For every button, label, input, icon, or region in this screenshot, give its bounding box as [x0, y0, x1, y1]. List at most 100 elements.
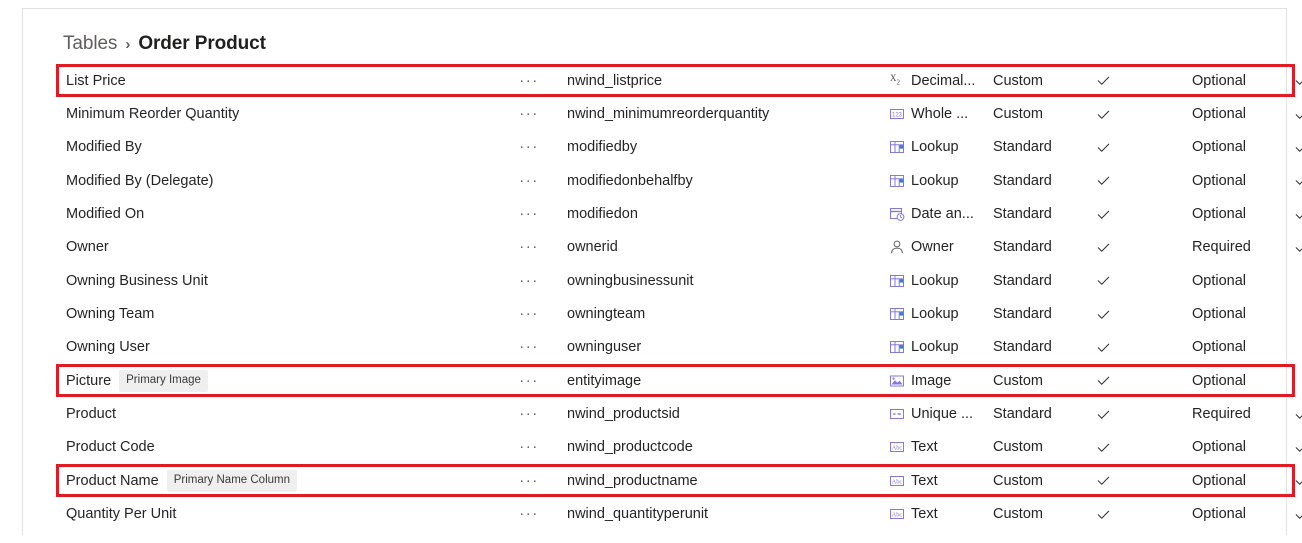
- status-badge: Primary Name Column: [166, 469, 297, 493]
- row-more-options-icon[interactable]: ···: [518, 106, 540, 121]
- cell-logical-name: nwind_quantityperunit: [567, 506, 709, 523]
- cell-data-type: Abc Text: [889, 439, 938, 455]
- cell-data-type: Lookup: [889, 306, 959, 322]
- table-row[interactable]: Modified By (Delegate) ··· modifiedonbehal…: [46, 164, 1302, 197]
- data-type-label: Lookup: [911, 306, 959, 323]
- columns-grid: List Price ··· nwind_listprice X 2 Decimal...…: [46, 64, 1302, 531]
- row-more-options-icon[interactable]: ···: [518, 306, 540, 321]
- table-row[interactable]: Owning User ··· owninguser Lookup Standard Op…: [46, 331, 1302, 364]
- cell-customization: Custom: [993, 106, 1043, 123]
- table-row[interactable]: Modified On ··· modifiedon Date an... Standa…: [46, 197, 1302, 230]
- cell-auditing: [1292, 140, 1302, 155]
- row-more-options-icon[interactable]: ···: [518, 239, 540, 254]
- svg-text:Abc: Abc: [892, 478, 903, 485]
- cell-display-name: Owning User: [66, 339, 150, 355]
- data-type-label: Lookup: [911, 139, 959, 156]
- data-type-label: Text: [911, 506, 938, 523]
- cell-display-name: Picture Primary Image: [66, 369, 208, 393]
- cell-auditing: [1292, 407, 1302, 422]
- cell-requirement: Optional: [1192, 272, 1247, 289]
- data-type-label: Image: [911, 372, 952, 389]
- table-row[interactable]: Owner ··· ownerid Owner Standard Required: [46, 231, 1302, 264]
- data-type-label: Lookup: [911, 272, 959, 289]
- display-name-text: Quantity Per Unit: [66, 506, 177, 523]
- check-icon: [1096, 440, 1111, 455]
- table-row[interactable]: Product ··· nwind_productsid Unique ... Stan…: [46, 397, 1302, 430]
- display-name-text: Picture: [66, 372, 112, 389]
- cell-requirement: Optional: [1192, 372, 1247, 389]
- cell-display-name: Owner: [66, 239, 109, 255]
- cell-requirement: Optional: [1192, 106, 1247, 123]
- image-icon: [889, 373, 905, 389]
- data-type-label: Owner: [911, 239, 954, 256]
- check-icon: [1096, 273, 1111, 288]
- svg-text:2: 2: [897, 78, 901, 86]
- row-more-options-icon[interactable]: ···: [518, 139, 540, 154]
- cell-auditing: [1292, 73, 1302, 88]
- row-more-options-icon[interactable]: ···: [518, 339, 540, 354]
- row-more-options-icon[interactable]: ···: [518, 373, 540, 388]
- whole-number-icon: 123: [889, 106, 905, 122]
- cell-requirement: Optional: [1192, 72, 1247, 89]
- check-icon: [1096, 173, 1111, 188]
- table-row[interactable]: List Price ··· nwind_listprice X 2 Decimal...…: [46, 64, 1302, 98]
- cell-data-type: Lookup: [889, 139, 959, 155]
- cell-auditing: [1292, 473, 1302, 488]
- check-icon: [1096, 140, 1111, 155]
- row-more-options-icon[interactable]: ···: [518, 273, 540, 288]
- table-row[interactable]: Picture Primary Image ··· entityimage Image C…: [46, 364, 1302, 398]
- row-more-options-icon[interactable]: ···: [518, 439, 540, 454]
- check-icon: [1096, 107, 1111, 122]
- table-row[interactable]: Minimum Reorder Quantity ··· nwind_minimum…: [46, 97, 1302, 130]
- svg-text:123: 123: [892, 113, 903, 119]
- check-icon: [1096, 340, 1111, 355]
- display-name-text: List Price: [66, 72, 126, 89]
- row-more-options-icon[interactable]: ···: [518, 506, 540, 521]
- breadcrumb-item-tables[interactable]: Tables: [63, 33, 117, 55]
- data-type-label: Whole ...: [911, 106, 969, 123]
- display-name-text: Owning Business Unit: [66, 272, 208, 289]
- check-icon: [1294, 107, 1302, 122]
- display-name-text: Owning User: [66, 339, 150, 356]
- row-more-options-icon[interactable]: ···: [518, 206, 540, 221]
- status-badge: Primary Image: [119, 369, 208, 393]
- row-more-options-icon[interactable]: ···: [518, 173, 540, 188]
- cell-data-type: Lookup: [889, 339, 959, 355]
- cell-searchable: [1094, 107, 1112, 122]
- table-row[interactable]: Owning Team ··· owningteam Lookup Standard Op…: [46, 297, 1302, 330]
- text-icon: Abc: [889, 439, 905, 455]
- app-root: Tables › Order Product List Price ··· nwin…: [0, 0, 1302, 543]
- display-name-text: Owner: [66, 239, 109, 256]
- check-icon: [1294, 507, 1302, 522]
- cell-searchable: [1094, 273, 1112, 288]
- cell-customization: Custom: [993, 372, 1043, 389]
- data-type-label: Lookup: [911, 172, 959, 189]
- row-more-options-icon[interactable]: ···: [518, 473, 540, 488]
- table-row[interactable]: Modified By ··· modifiedby Lookup Standard Op…: [46, 131, 1302, 164]
- cell-display-name: Modified By (Delegate): [66, 173, 214, 189]
- cell-data-type: Date an...: [889, 206, 974, 222]
- lookup-icon: [889, 139, 905, 155]
- data-type-label: Text: [911, 439, 938, 456]
- table-row[interactable]: Quantity Per Unit ··· nwind_quantityperuni…: [46, 497, 1302, 530]
- table-row[interactable]: Owning Business Unit ··· owningbusinessuni…: [46, 264, 1302, 297]
- table-columns-panel: Tables › Order Product List Price ··· nwin…: [22, 8, 1302, 535]
- check-icon: [1294, 240, 1302, 255]
- table-row[interactable]: Product Code ··· nwind_productcode Abc Text C…: [46, 431, 1302, 464]
- table-row[interactable]: Product Name Primary Name Column ··· nwind_…: [46, 464, 1302, 498]
- cell-data-type: Image: [889, 373, 951, 389]
- page-title: Order Product: [138, 33, 266, 54]
- cell-data-type: Unique ...: [889, 406, 973, 422]
- text-icon: Abc: [889, 473, 905, 489]
- row-more-options-icon[interactable]: ···: [518, 73, 540, 88]
- cell-logical-name: owningbusinessunit: [567, 272, 694, 289]
- cell-customization: Standard: [993, 139, 1052, 156]
- cell-requirement: Optional: [1192, 339, 1247, 356]
- cell-logical-name: nwind_listprice: [567, 72, 663, 89]
- check-icon: [1096, 507, 1111, 522]
- display-name-text: Product: [66, 406, 116, 423]
- cell-logical-name: modifiedby: [567, 139, 638, 156]
- row-more-options-icon[interactable]: ···: [518, 406, 540, 421]
- check-icon: [1294, 207, 1302, 222]
- cell-customization: Standard: [993, 339, 1052, 356]
